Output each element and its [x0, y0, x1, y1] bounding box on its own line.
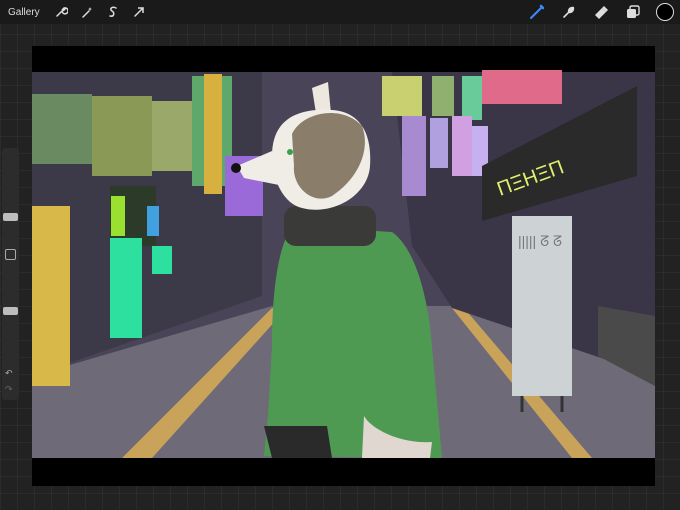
- side-slider-bar: ↶ ↷: [2, 148, 19, 400]
- brush-icon[interactable]: [526, 2, 548, 22]
- right-toolset: [516, 0, 680, 24]
- magic-wand-icon[interactable]: [76, 2, 98, 22]
- artwork: ΠΞΗΞΠ ||||| ᘔ ᘔ: [32, 46, 655, 486]
- layers-icon[interactable]: [622, 2, 644, 22]
- color-picker-button[interactable]: [656, 3, 674, 21]
- drawing-canvas[interactable]: ΠΞΗΞΠ ||||| ᘔ ᘔ: [32, 46, 655, 486]
- modify-button[interactable]: [5, 249, 16, 260]
- redo-icon[interactable]: ↷: [5, 384, 13, 395]
- wrench-icon[interactable]: [50, 2, 72, 22]
- selection-icon[interactable]: [102, 2, 124, 22]
- artwork-scene: ΠΞΗΞΠ ||||| ᘔ ᘔ: [32, 70, 655, 458]
- transform-arrow-icon[interactable]: [128, 2, 150, 22]
- smudge-icon[interactable]: [558, 2, 580, 22]
- brush-size-slider[interactable]: [3, 212, 18, 221]
- turtleneck-collar: [284, 206, 376, 246]
- gallery-button[interactable]: Gallery: [8, 7, 40, 18]
- opacity-slider[interactable]: [3, 306, 18, 315]
- left-sign: [32, 206, 70, 386]
- standing-sign-text: ||||| ᘔ ᘔ: [518, 233, 562, 249]
- top-toolbar: Gallery: [0, 0, 680, 24]
- eraser-icon[interactable]: [590, 2, 612, 22]
- undo-icon[interactable]: ↶: [5, 368, 13, 379]
